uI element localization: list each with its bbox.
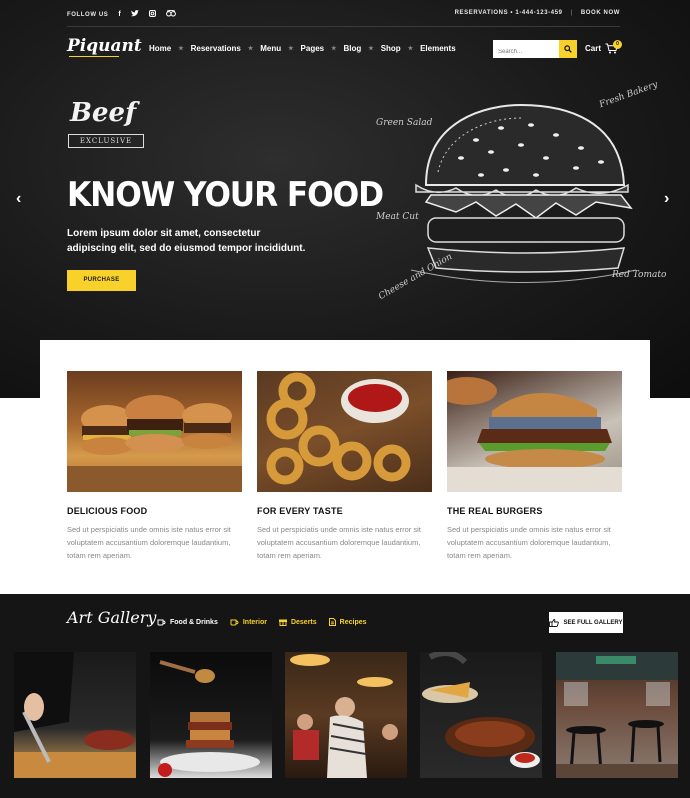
nav-item-elements[interactable]: Elements <box>415 44 461 53</box>
topbar-divider <box>67 26 620 27</box>
site-logo[interactable]: Piquant <box>67 36 142 56</box>
menu-separator-icon: ★ <box>331 46 337 52</box>
art-gallery-section: Art Gallery Food & Drinks Interior Deser… <box>0 594 690 798</box>
book-now-link[interactable]: BOOK NOW <box>581 10 620 16</box>
nav-item-pages[interactable]: Pages <box>296 44 330 53</box>
feature-title: DELICIOUS FOOD <box>67 506 148 516</box>
sliders-photo[interactable] <box>67 371 242 492</box>
document-icon <box>328 618 336 626</box>
chalk-label-red-tomato: Red Tomato <box>612 270 667 280</box>
hero-section: FOLLOW US f RESERVATIONS • 1-444-123-459… <box>0 0 690 398</box>
filter-label: Recipes <box>339 618 367 626</box>
main-menu: Home ★ Reservations ★ Menu ★ Pages ★ Blog ★ S… <box>144 44 461 53</box>
main-navbar: Piquant Home ★ Reservations ★ Menu ★ Pages ★… <box>67 34 622 66</box>
hand-pointer-icon <box>549 618 560 627</box>
chalk-label-meat-cut: Meat Cut <box>376 212 419 222</box>
nav-item-menu[interactable]: Menu <box>255 44 286 53</box>
reservations-phone: RESERVATIONS • 1-444-123-459 <box>454 10 563 16</box>
beef-badge-title: Beef <box>70 98 137 128</box>
burger-photo[interactable] <box>447 371 622 492</box>
search-box <box>493 40 577 61</box>
logo-underline <box>69 56 119 57</box>
feature-title: FOR EVERY TASTE <box>257 506 343 516</box>
cup-icon <box>230 619 239 626</box>
gallery-image-interior[interactable] <box>556 652 678 778</box>
gallery-image-honey-stack[interactable] <box>150 652 272 778</box>
gallery-filters: Food & Drinks Interior Deserts Recipes <box>157 618 367 626</box>
cart-label: Cart <box>585 44 602 53</box>
instagram-icon[interactable] <box>149 10 157 19</box>
feature-card: DELICIOUS FOOD Sed ut perspiciatis unde … <box>67 371 242 562</box>
filter-food-drinks[interactable]: Food & Drinks <box>157 618 218 626</box>
gallery-image-restaurant-people[interactable] <box>285 652 407 778</box>
feature-text: Sed ut perspiciatis unde omnis iste natu… <box>257 525 421 560</box>
top-bar: FOLLOW US f RESERVATIONS • 1-444-123-459… <box>67 9 620 19</box>
hero-text: Lorem ipsum dolor sit amet, consectetur … <box>67 228 306 254</box>
nav-item-blog[interactable]: Blog <box>339 44 367 53</box>
gallery-image-chef-steak[interactable] <box>14 652 136 778</box>
filter-label: Food & Drinks <box>170 618 218 626</box>
filter-label: Deserts <box>290 618 317 626</box>
menu-separator-icon: ★ <box>368 46 374 52</box>
filter-recipes[interactable]: Recipes <box>328 618 367 626</box>
gallery-image-grilled-plates[interactable] <box>420 652 542 778</box>
onion-rings-photo[interactable] <box>257 371 432 492</box>
search-icon <box>564 45 572 53</box>
menu-separator-icon: ★ <box>247 46 254 52</box>
twitter-icon[interactable] <box>131 10 140 19</box>
feature-text: Sed ut perspiciatis unde omnis iste natu… <box>67 525 231 560</box>
full-gallery-label: SEE FULL GALLERY <box>563 619 623 626</box>
gift-icon <box>278 619 287 626</box>
cart-count-badge: 0 <box>613 40 622 49</box>
slider-prev-arrow-icon[interactable]: ‹ <box>16 190 21 208</box>
purchase-button[interactable]: PURCHASE <box>67 270 136 291</box>
feature-card: THE REAL BURGERS Sed ut perspiciatis und… <box>447 371 622 562</box>
nav-item-home[interactable]: Home <box>144 44 176 53</box>
menu-separator-icon: ★ <box>178 46 184 52</box>
feature-title: THE REAL BURGERS <box>447 506 543 516</box>
nav-item-reservations[interactable]: Reservations <box>186 44 246 53</box>
hero-title: KNOW YOUR FOOD <box>67 175 384 215</box>
follow-us-label: FOLLOW US <box>67 11 109 18</box>
tripadvisor-icon[interactable] <box>166 9 177 19</box>
feature-text: Sed ut perspiciatis unde omnis iste natu… <box>447 525 611 560</box>
features-section: DELICIOUS FOOD Sed ut perspiciatis unde … <box>40 340 650 594</box>
filter-label: Interior <box>242 618 267 626</box>
chalk-label-green-salad: Green Salad <box>376 118 433 128</box>
beef-badge-ribbon: EXCLUSIVE <box>68 134 144 148</box>
gallery-title: Art Gallery <box>67 608 157 627</box>
menu-separator-icon: ★ <box>407 46 414 52</box>
feature-card: FOR EVERY TASTE Sed ut perspiciatis unde… <box>257 371 432 562</box>
cup-icon <box>157 619 166 626</box>
menu-separator-icon: ★ <box>288 46 294 52</box>
facebook-icon[interactable]: f <box>118 11 121 18</box>
filter-deserts[interactable]: Deserts <box>278 618 317 626</box>
filter-interior[interactable]: Interior <box>230 618 267 626</box>
search-button[interactable] <box>559 40 577 58</box>
see-full-gallery-button[interactable]: SEE FULL GALLERY <box>549 612 623 633</box>
nav-item-shop[interactable]: Shop <box>376 44 406 53</box>
search-input[interactable] <box>493 43 559 61</box>
